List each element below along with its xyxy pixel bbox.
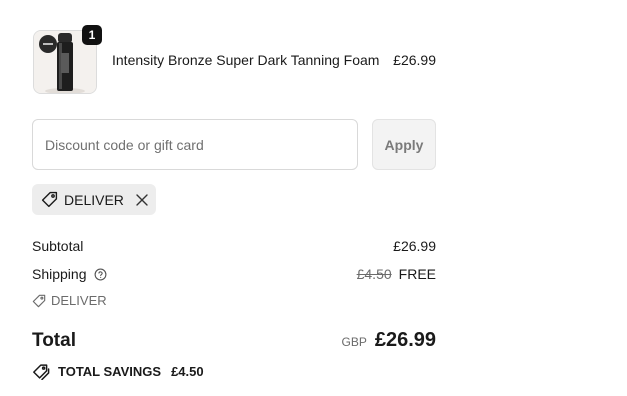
currency-code: GBP	[341, 335, 367, 349]
product-name: Intensity Bronze Super Dark Tanning Foam	[112, 52, 380, 68]
total-label: Total	[32, 330, 76, 351]
remove-discount-button[interactable]	[136, 193, 148, 206]
close-icon	[136, 193, 148, 206]
total-savings: TOTAL SAVINGS £4.50	[32, 363, 204, 380]
discount-code-input[interactable]	[32, 119, 358, 170]
applied-discount-chip: DELIVER	[32, 184, 156, 215]
savings-value: £4.50	[171, 364, 204, 379]
apply-discount-button[interactable]: Apply	[372, 119, 436, 170]
shipping-discount-code: DELIVER	[32, 293, 107, 308]
shipping-value-group: £4.50 FREE	[357, 266, 436, 282]
shipping-value: FREE	[398, 266, 436, 282]
shipping-original-price: £4.50	[356, 266, 392, 282]
shipping-row-label: Shipping	[32, 266, 107, 282]
shipping-discount-code-label: DELIVER	[51, 293, 107, 308]
applied-code-label: DELIVER	[64, 191, 124, 208]
tag-icon	[41, 191, 58, 208]
product-price: £26.99	[393, 52, 436, 68]
question-circle-icon[interactable]	[94, 268, 107, 281]
savings-label: TOTAL SAVINGS	[58, 364, 162, 379]
subtotal-label: Subtotal	[32, 238, 84, 254]
total-value-group: GBP £26.99	[341, 329, 436, 352]
apply-button-label: Apply	[384, 136, 424, 153]
subtotal-value: £26.99	[393, 238, 436, 254]
tag-icon	[32, 294, 46, 308]
shipping-label: Shipping	[32, 266, 87, 282]
total-amount: £26.99	[374, 329, 436, 351]
savings-tag-icon	[32, 363, 50, 380]
quantity-badge: 1	[82, 25, 102, 45]
